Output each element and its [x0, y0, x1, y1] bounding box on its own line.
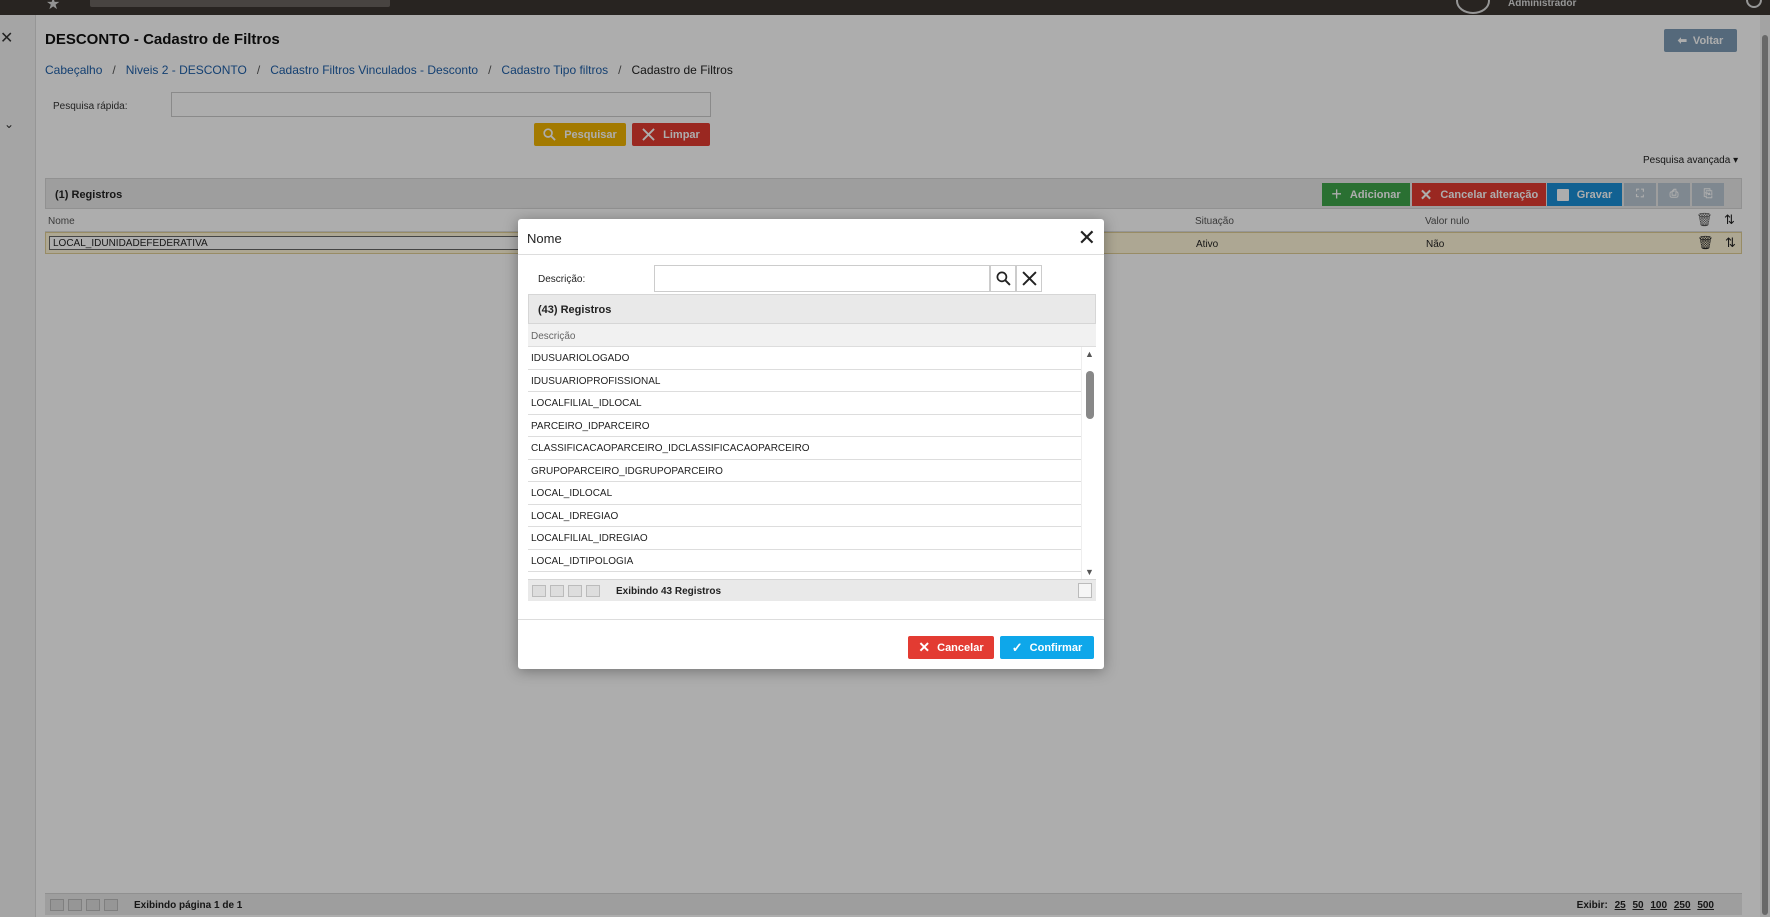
list-item[interactable]: PARCEIRO_IDPARCEIRO — [528, 415, 1081, 437]
list-item[interactable]: CLASSIFICACAOPARCEIRO_IDCLASSIFICACAOPAR… — [528, 437, 1081, 460]
lookup-dialog: Nome ✕ Descrição: (43) Registros Descriç… — [518, 219, 1104, 669]
divider — [518, 254, 1104, 255]
dialog-confirm-button[interactable]: ✓ Confirmar — [1000, 636, 1094, 659]
next-page-button[interactable] — [568, 585, 582, 597]
lightbulb-icon[interactable] — [1078, 583, 1092, 598]
prev-page-button[interactable] — [550, 585, 564, 597]
divider — [518, 619, 1104, 620]
scroll-down-icon[interactable]: ▼ — [1085, 567, 1094, 577]
list-item[interactable]: IDUSUARIOLOGADO — [528, 347, 1081, 370]
list-item[interactable]: LOCALFILIAL_IDLOCAL — [528, 392, 1081, 415]
dialog-record-count: (43) Registros — [538, 304, 612, 316]
column-header-descricao[interactable]: Descrição — [531, 331, 575, 342]
dialog-list-columns: Descrição — [528, 324, 1096, 347]
list-item[interactable]: LOCAL_IDREGIAO — [528, 505, 1081, 527]
close-icon: ✕ — [918, 639, 931, 655]
dialog-record-summary: Exibindo 43 Registros — [616, 586, 722, 597]
list-item[interactable]: LOCAL_IDTIPOLOGIA — [528, 550, 1081, 572]
dialog-scrollbar-thumb[interactable] — [1086, 371, 1094, 419]
dialog-cancel-button[interactable]: ✕ Cancelar — [908, 636, 994, 659]
close-icon — [1021, 271, 1037, 286]
close-icon[interactable]: ✕ — [1078, 225, 1096, 251]
dialog-list-footer: Exibindo 43 Registros — [528, 579, 1096, 601]
description-input[interactable] — [654, 265, 990, 292]
dialog-title: Nome — [527, 231, 562, 246]
list-item[interactable]: IDUSUARIOPROFISSIONAL — [528, 370, 1081, 392]
list-item[interactable]: GRUPOPARCEIRO_IDGRUPOPARCEIRO — [528, 460, 1081, 482]
search-icon — [996, 271, 1011, 286]
description-label: Descrição: — [538, 274, 586, 285]
dialog-list-scrollbar[interactable]: ▲ ▼ — [1081, 347, 1096, 579]
last-page-button[interactable] — [586, 585, 600, 597]
scroll-up-icon[interactable]: ▲ — [1085, 349, 1094, 359]
list-item[interactable]: LOCALFILIAL_IDREGIAO — [528, 527, 1081, 550]
first-page-button[interactable] — [532, 585, 546, 597]
list-item[interactable]: LOCAL_IDLOCAL — [528, 482, 1081, 505]
dialog-clear-button[interactable] — [1016, 265, 1042, 292]
dialog-cancel-label: Cancelar — [937, 641, 984, 654]
dialog-search-button[interactable] — [990, 265, 1016, 292]
dialog-confirm-label: Confirmar — [1029, 641, 1083, 654]
dialog-list: IDUSUARIOLOGADO IDUSUARIOPROFISSIONAL LO… — [528, 347, 1081, 579]
dialog-list-header: (43) Registros — [528, 294, 1096, 324]
check-icon: ✓ — [1011, 639, 1023, 655]
